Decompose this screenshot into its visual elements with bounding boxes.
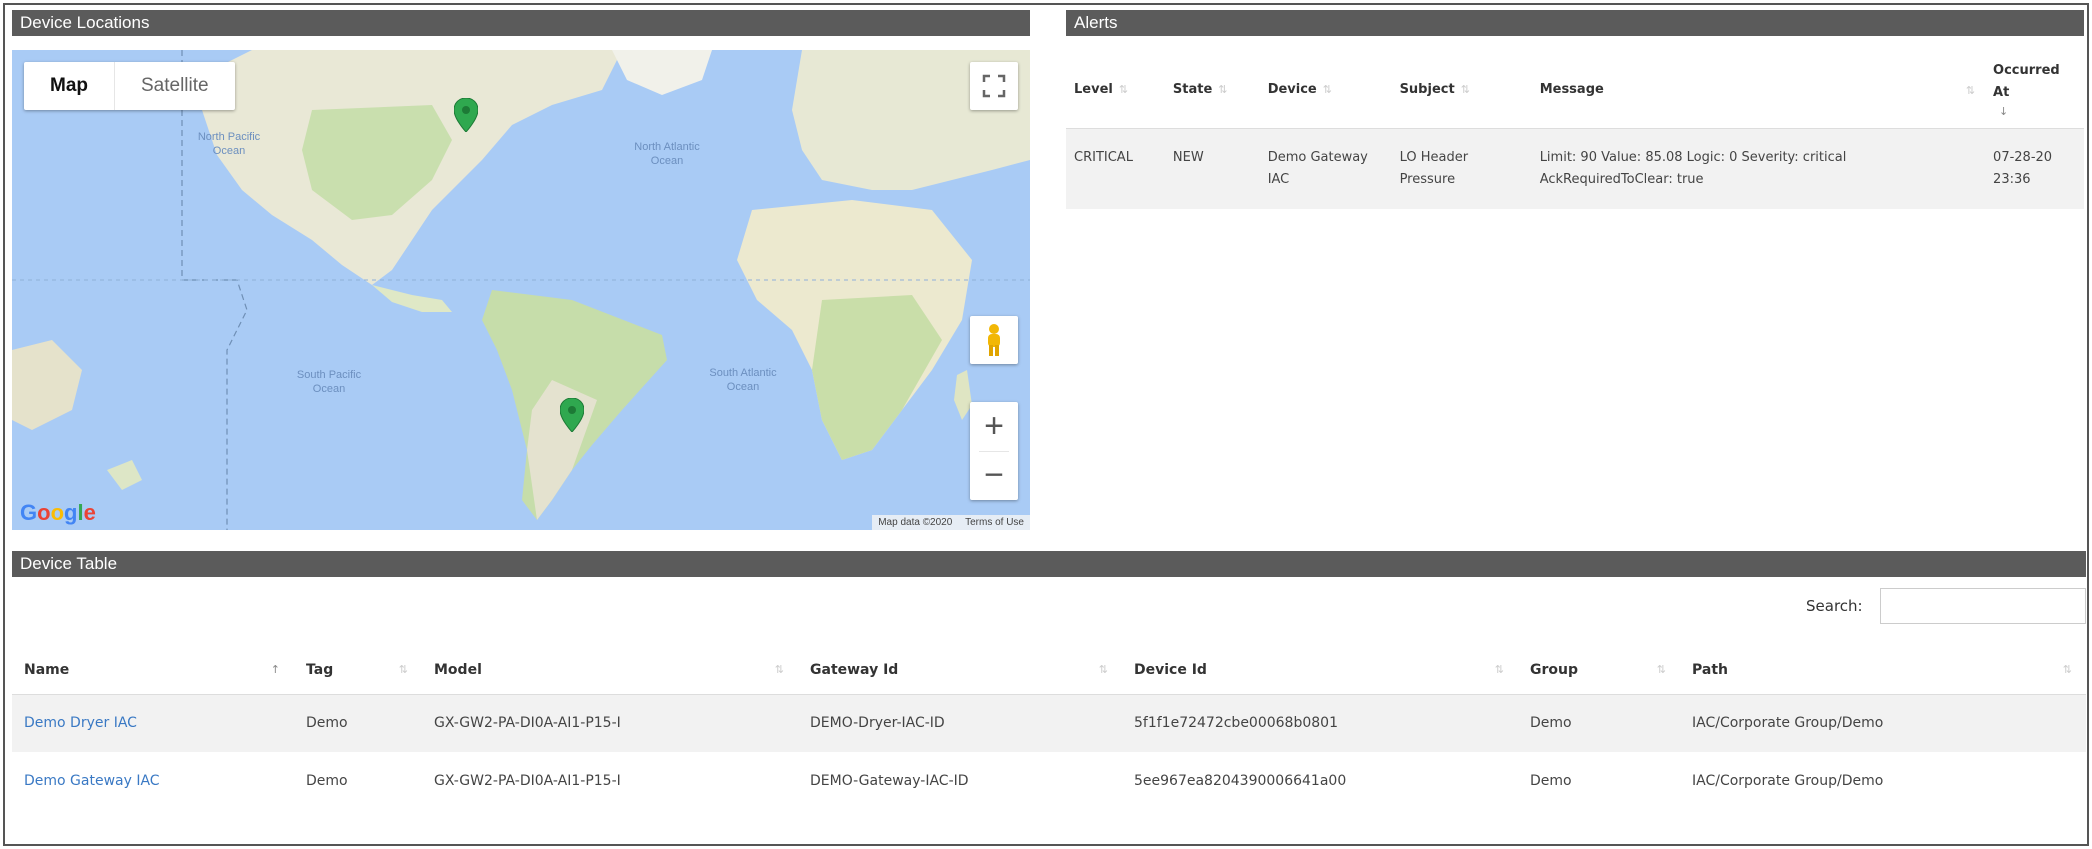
zoom-in-button[interactable]: + [970,403,1018,451]
device-gateway-id: DEMO-Gateway-IAC-ID [810,773,969,789]
alert-state: NEW [1164,128,1260,209]
device-tag: Demo [294,694,422,752]
device-col-model[interactable]: Model ⇅ [422,646,798,695]
map-type-control: Map Satellite [24,62,235,110]
device-map[interactable]: North Pacific Ocean North Atlantic Ocean… [12,50,1030,530]
map-land [12,50,1030,530]
table-row[interactable]: Demo Gateway IAC Demo GX-GW2-PA-DI0A-AI1… [12,752,2086,810]
sort-icon: ⇅ [1218,83,1228,97]
sort-icon: ⇅ [774,663,784,676]
device-table-header: Device Table [12,551,2086,577]
alerts-col-message[interactable]: Message ⇅ [1531,52,1986,129]
ocean-label: South Atlantic Ocean [709,367,777,393]
alerts-header: Alerts [1066,10,2084,36]
street-view-button[interactable] [970,316,1018,364]
device-model: GX-GW2-PA-DI0A-AI1-P15-I [434,773,621,789]
device-col-path[interactable]: Path ⇅ [1680,646,2086,695]
map-data-credit: Map data ©2020 [878,517,953,528]
sort-icon: ⇅ [1118,83,1129,97]
zoom-control: + − [970,402,1018,500]
device-group: Demo [1530,773,1572,789]
sort-icon: ⇅ [1965,84,1976,97]
device-locations-header: Device Locations [12,10,1030,36]
sort-icon: ⇅ [1656,663,1666,676]
zoom-out-button[interactable]: − [970,452,1018,500]
map-type-satellite-button[interactable]: Satellite [114,62,235,110]
device-name-link[interactable]: Demo Gateway IAC [12,752,294,810]
device-id: 5ee967ea8204390006641a00 [1134,773,1347,789]
alert-message: Limit: 90 Value: 85.08 Logic: 0 Severity… [1531,128,1986,209]
map-pin-icon[interactable] [454,98,478,132]
device-col-tag[interactable]: Tag ⇅ [294,646,422,695]
fullscreen-button[interactable] [970,62,1018,110]
device-col-device-id[interactable]: Device Id ⇅ [1122,646,1518,695]
alerts-col-state[interactable]: State ⇅ [1164,52,1260,129]
ocean-label: South Pacific Ocean [296,369,362,395]
sort-icon: ⇅ [1460,83,1470,97]
device-table-title: Device Table [20,554,118,573]
alert-subject: LO Header Pressure [1391,128,1532,209]
pegman-icon [988,324,1000,356]
terms-of-use-link[interactable]: Terms of Use [965,517,1024,528]
device-path: IAC/Corporate Group/Demo [1680,694,2086,752]
sort-icon: ⇅ [1494,663,1504,676]
device-id: 5f1f1e72472cbe00068b0801 [1122,694,1518,752]
device-col-gateway-id[interactable]: Gateway Id ⇅ [798,646,1122,695]
fullscreen-icon [982,74,1006,98]
sort-icon: ⇅ [2062,663,2072,676]
alert-device: Demo Gateway IAC [1259,128,1392,209]
map-attribution: Map data ©2020 Terms of Use [872,515,1030,530]
google-logo: Google [20,500,96,525]
device-path: IAC/Corporate Group/Demo [1692,773,1884,789]
search-input[interactable] [1880,588,2086,624]
device-col-name[interactable]: Name ↑ [12,646,294,695]
map-pin-icon[interactable] [560,398,584,432]
alerts-col-occurred-at[interactable]: Occurred At↓ [1985,52,2084,129]
sort-asc-icon: ↑ [270,663,280,676]
alert-level: CRITICAL [1066,128,1165,209]
table-row[interactable]: Demo Dryer IAC Demo GX-GW2-PA-DI0A-AI1-P… [12,694,2086,752]
alerts-col-device[interactable]: Device ⇅ [1259,52,1392,129]
map-type-map-button[interactable]: Map [24,62,114,110]
device-group: Demo [1518,694,1680,752]
alerts-col-subject[interactable]: Subject ⇅ [1391,52,1532,129]
device-col-group[interactable]: Group ⇅ [1518,646,1680,695]
device-tag: Demo [306,773,348,789]
device-name-link[interactable]: Demo Dryer IAC [12,694,294,752]
device-model: GX-GW2-PA-DI0A-AI1-P15-I [422,694,798,752]
device-table: Name ↑ Tag ⇅ Model ⇅ Gateway Id ⇅ Device Id ⇅… [12,646,2086,810]
alerts-col-level[interactable]: Level ⇅ [1066,52,1165,129]
alerts-title: Alerts [1074,13,1118,32]
device-locations-title: Device Locations [20,13,150,32]
device-gateway-id: DEMO-Dryer-IAC-ID [798,694,1122,752]
sort-icon: ↓ [1999,105,2009,119]
sort-icon: ⇅ [1322,83,1332,97]
ocean-label: North Atlantic Ocean [634,141,700,167]
alert-row[interactable]: CRITICAL NEW Demo Gateway IAC LO Header … [1066,128,2084,209]
search-label: Search: [1806,597,1863,615]
sort-icon: ⇅ [398,663,408,676]
ocean-label: North Pacific Ocean [197,131,261,157]
alerts-table: Level ⇅ State ⇅ Device ⇅ Subject ⇅ Message ⇅ … [1066,52,2084,209]
sort-icon: ⇅ [1098,663,1108,676]
alert-occurred-at: 07-28-20 23:36 [1985,128,2084,209]
